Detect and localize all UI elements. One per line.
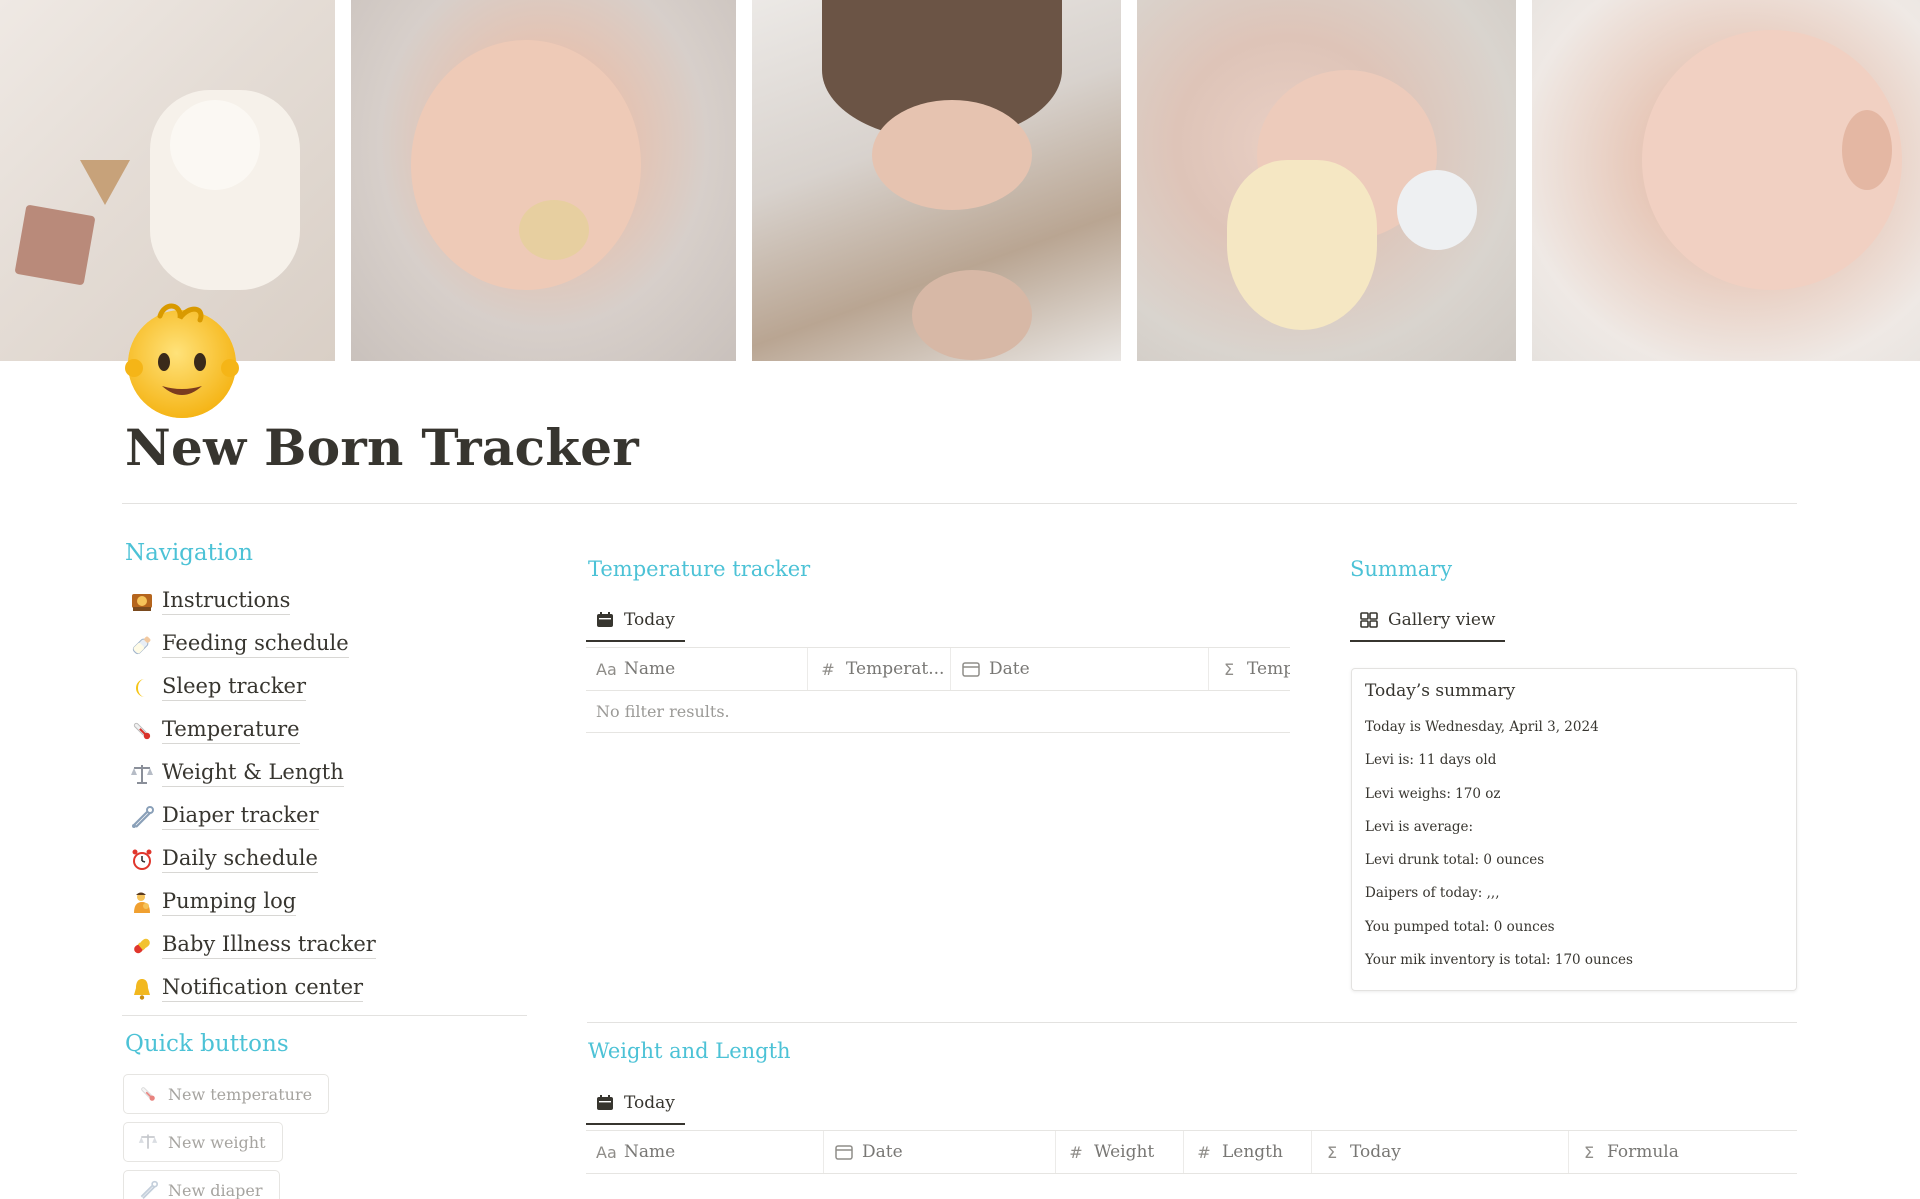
balance-scale-icon <box>138 1134 158 1149</box>
navigation-list: Instructions Feeding schedule Sleep trac… <box>130 580 376 1010</box>
baby-pacifier-photo <box>350 0 737 361</box>
nav-item-label: Temperature <box>162 717 300 744</box>
tab-label: Today <box>624 610 675 630</box>
text-property-icon: Aa <box>596 659 617 679</box>
nav-item-label: Feeding schedule <box>162 631 349 658</box>
nav-item-label: Diaper tracker <box>162 803 319 830</box>
temperature-table: Aa Name # Temperat... Date Σ Temp No fil… <box>586 647 1290 733</box>
number-property-icon: # <box>1069 1142 1083 1162</box>
card-title: Today’s summary <box>1365 681 1516 701</box>
section-divider <box>587 1022 1797 1023</box>
quick-button-label: New diaper <box>168 1180 263 1199</box>
column-header-formula[interactable]: Σ Formula <box>1569 1131 1797 1173</box>
new-weight-button[interactable]: New weight <box>123 1122 283 1162</box>
nav-item-label: Daily schedule <box>162 846 318 873</box>
crescent-moon-icon <box>135 678 145 697</box>
safety-pin-icon <box>140 1180 158 1199</box>
nav-item-daily-schedule[interactable]: Daily schedule <box>130 838 376 881</box>
empty-results-message: No filter results. <box>586 691 1290 733</box>
summary-drunk-line: Levi drunk total: 0 ounces <box>1365 852 1545 869</box>
summary-diapers-line: Daipers of today: ,,, <box>1365 885 1500 902</box>
nav-item-temperature[interactable]: Temperature <box>130 709 376 752</box>
column-header-length[interactable]: # Length <box>1184 1131 1312 1173</box>
tab-today[interactable]: Today <box>586 600 685 642</box>
tab-today[interactable]: Today <box>586 1083 685 1125</box>
quick-button-label: New temperature <box>168 1084 313 1104</box>
column-header-weight[interactable]: # Weight <box>1056 1131 1184 1173</box>
mother-and-baby-photo <box>752 0 1121 361</box>
table-header-row: Aa Name # Temperat... Date Σ Temp <box>586 648 1290 691</box>
column-header-name[interactable]: Aa Name <box>586 1131 824 1173</box>
summary-pumped-line: You pumped total: 0 ounces <box>1365 918 1555 935</box>
navigation-heading: Navigation <box>125 540 253 566</box>
weight-length-heading[interactable]: Weight and Length <box>588 1039 791 1063</box>
nav-item-label: Pumping log <box>162 889 297 916</box>
nav-item-feeding-schedule[interactable]: Feeding schedule <box>130 623 376 666</box>
summary-age-line: Levi is: 11 days old <box>1365 752 1497 769</box>
column-header-temp-formula[interactable]: Σ Temp <box>1209 648 1290 690</box>
cover-image-strip <box>0 0 1920 361</box>
column-header-date[interactable]: Date <box>951 648 1209 690</box>
column-header-date[interactable]: Date <box>824 1131 1056 1173</box>
formula-property-icon: Σ <box>1583 1142 1595 1162</box>
quick-button-label: New weight <box>168 1132 266 1152</box>
temperature-tracker-heading[interactable]: Temperature tracker <box>588 557 810 581</box>
summary-average-line: Levi is average: <box>1365 818 1474 835</box>
summary-inventory-line: Your mik inventory is total: 170 ounces <box>1365 952 1633 969</box>
title-divider <box>122 503 1797 504</box>
nav-item-label: Weight & Length <box>162 760 344 787</box>
summary-weight-line: Levi weighs: 170 oz <box>1365 785 1501 802</box>
column-header-name[interactable]: Aa Name <box>586 648 808 690</box>
weight-length-table: Aa Name Date # Weight # Length Σ Today Σ… <box>586 1130 1797 1174</box>
thermometer-icon <box>141 1087 155 1101</box>
nav-item-diaper-tracker[interactable]: Diaper tracker <box>130 795 376 838</box>
date-property-icon <box>835 1145 853 1160</box>
thermometer-icon <box>133 722 151 739</box>
date-property-icon <box>962 662 980 677</box>
formula-property-icon: Σ <box>1223 659 1235 679</box>
nav-item-label: Instructions <box>162 588 291 615</box>
balance-scale-icon <box>131 764 153 784</box>
safety-pin-icon <box>132 805 154 828</box>
nursing-person-icon <box>134 892 150 913</box>
bottle-feeding-photo <box>1136 0 1517 361</box>
summary-date-line: Today is Wednesday, April 3, 2024 <box>1365 719 1599 735</box>
number-property-icon: # <box>1197 1142 1211 1162</box>
baby-emoji-icon[interactable] <box>120 296 244 420</box>
bell-icon <box>134 978 150 1000</box>
tab-label: Today <box>624 1093 675 1113</box>
tab-gallery-view[interactable]: Gallery view <box>1350 600 1506 642</box>
nav-item-label: Sleep tracker <box>162 674 307 701</box>
quick-buttons-heading: Quick buttons <box>125 1031 289 1057</box>
nav-item-label: Baby Illness tracker <box>162 932 376 959</box>
column-header-temperature[interactable]: # Temperat... <box>808 648 951 690</box>
new-diaper-button[interactable]: New diaper <box>123 1170 280 1199</box>
summary-gallery-card[interactable]: Today’s summary Today is Wednesday, Apri… <box>1351 668 1797 991</box>
nav-item-instructions[interactable]: Instructions <box>130 580 376 623</box>
nav-item-label: Notification center <box>162 975 364 1002</box>
text-property-icon: Aa <box>596 1142 617 1162</box>
baby-bottle-icon <box>132 636 151 654</box>
formula-property-icon: Σ <box>1326 1142 1338 1162</box>
nav-item-baby-illness-tracker[interactable]: Baby Illness tracker <box>130 924 376 967</box>
nav-item-pumping-log[interactable]: Pumping log <box>130 881 376 924</box>
left-divider <box>122 1015 527 1016</box>
nav-item-notification-center[interactable]: Notification center <box>130 967 376 1010</box>
new-temperature-button[interactable]: New temperature <box>123 1074 330 1114</box>
tab-label: Gallery view <box>1388 610 1496 630</box>
breastfeeding-photo <box>1532 0 1920 361</box>
column-header-today[interactable]: Σ Today <box>1312 1131 1569 1173</box>
nav-item-weight-length[interactable]: Weight & Length <box>130 752 376 795</box>
calendar-icon <box>597 612 613 627</box>
nav-item-sleep-tracker[interactable]: Sleep tracker <box>130 666 376 709</box>
page-title: New Born Tracker <box>125 418 640 477</box>
table-header-row: Aa Name Date # Weight # Length Σ Today Σ… <box>586 1131 1797 1174</box>
summary-heading[interactable]: Summary <box>1350 557 1452 581</box>
number-property-icon: # <box>821 659 835 679</box>
teacher-icon <box>132 593 152 611</box>
alarm-clock-icon <box>132 849 152 870</box>
pill-icon <box>134 938 150 953</box>
calendar-icon <box>597 1095 613 1110</box>
gallery-grid-icon <box>1360 612 1378 628</box>
